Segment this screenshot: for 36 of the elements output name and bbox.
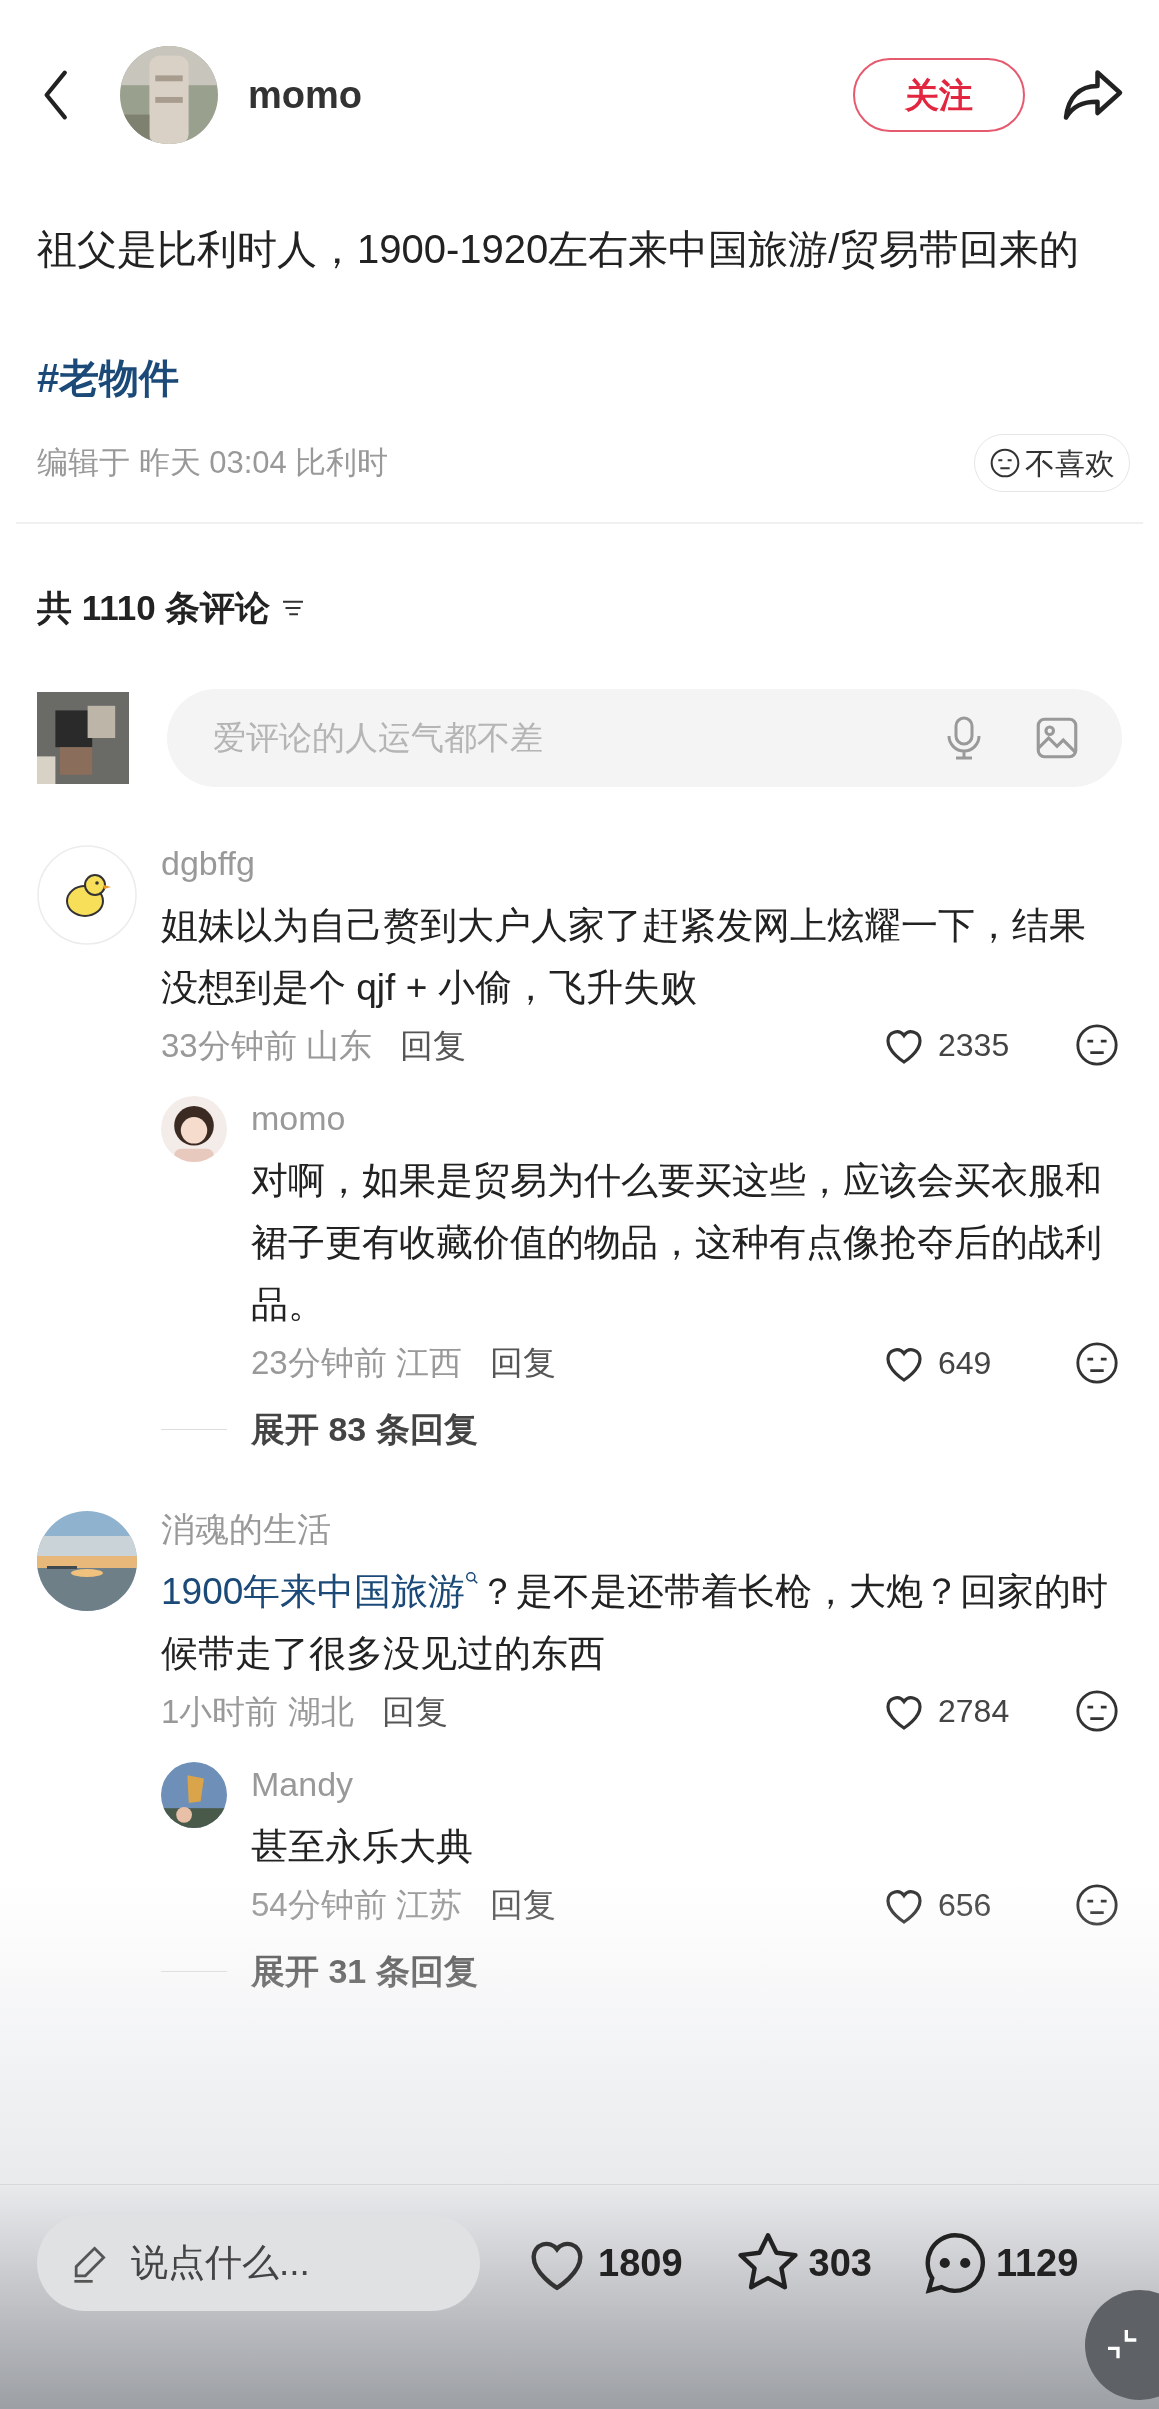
expand-replies-button[interactable]: 展开 83 条回复	[251, 1403, 478, 1455]
neutral-face-icon	[989, 447, 1021, 479]
username[interactable]: momo	[248, 66, 362, 124]
dislike-icon[interactable]	[1074, 1881, 1120, 1928]
like-button[interactable]: 656	[880, 1880, 1030, 1929]
follow-button[interactable]: 关注	[853, 58, 1025, 132]
dislike-icon[interactable]	[1074, 1022, 1120, 1069]
comment-meta: 54分钟前 江苏	[251, 1885, 462, 1925]
comments-button[interactable]: 1129	[919, 2215, 1079, 2311]
share-icon[interactable]	[1061, 68, 1125, 122]
favorite-button[interactable]: 303	[732, 2215, 872, 2311]
dislike-icon[interactable]	[1074, 1688, 1120, 1735]
expand-replies-button[interactable]: 展开 31 条回复	[251, 1945, 478, 1997]
comment-count: 共 1110 条评论	[37, 587, 271, 629]
comment-meta: 23分钟前 江西	[251, 1343, 462, 1383]
like-button[interactable]: 1809	[522, 2215, 683, 2311]
reply-button[interactable]: 回复	[399, 1020, 466, 1070]
post-text: 祖父是比利时人，1900-1920左右来中国旅游/贸易带回来的	[37, 226, 1081, 273]
hashtag-link[interactable]: #老物件	[37, 348, 180, 408]
like-button[interactable]: 2335	[880, 1021, 1030, 1070]
reply-button[interactable]: 回复	[489, 1880, 556, 1930]
search-link[interactable]: 1900年来中国旅游	[161, 1570, 480, 1612]
comment-text: 姐妹以为自己赘到大户人家了赶紧发网上炫耀一下，结果没想到是个 qjf + 小偷，飞升失败	[161, 903, 1087, 1010]
reply-text: 甚至永乐大典	[251, 1825, 474, 1869]
reply-button[interactable]: 回复	[381, 1686, 448, 1736]
duck-avatar-icon	[37, 844, 137, 945]
like-button[interactable]: 2784	[880, 1687, 1030, 1736]
reply-text: 对啊，如果是贸易为什么要买这些，应该会买衣服和裙子更有收藏价值的物品，这种有点像抢夺后的战利品。	[251, 1159, 1103, 1327]
comment-text: 1900年来中国旅游 ？是不是还带着长枪，大炮？回家的时候带走了很多没见过的东西	[161, 1569, 1110, 1676]
comment-meta: 33分钟前 山东	[161, 1025, 372, 1066]
post-meta: 编辑于 昨天 03:04 比利时	[37, 443, 389, 482]
dislike-icon[interactable]	[1074, 1339, 1120, 1386]
reply-button[interactable]: 回复	[489, 1338, 556, 1388]
comment-meta: 1小时前 湖北	[161, 1691, 354, 1732]
like-button[interactable]: 649	[880, 1338, 1030, 1387]
search-icon	[465, 1570, 480, 1585]
